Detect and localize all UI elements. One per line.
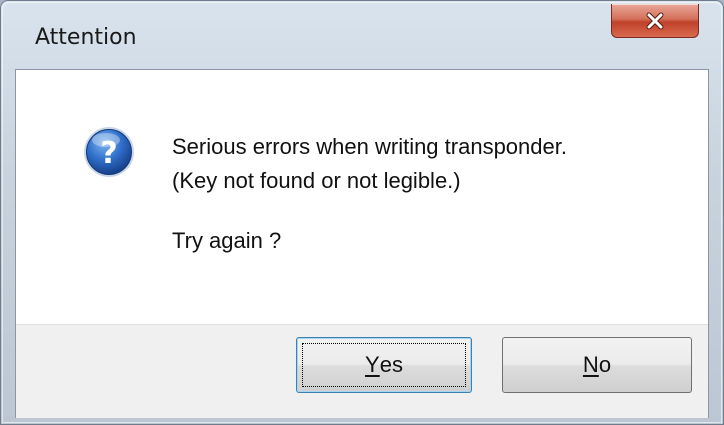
dialog-client-area: ? Serious errors when writing transponde… [15, 69, 709, 418]
message-gap [172, 198, 692, 224]
no-label-rest: o [598, 352, 612, 377]
yes-button[interactable]: Yes [296, 337, 472, 393]
question-icon: ? [82, 125, 136, 179]
svg-text:?: ? [100, 136, 117, 171]
message-area: ? Serious errors when writing transponde… [16, 70, 708, 324]
close-button[interactable] [611, 4, 699, 38]
message-line-2: (Key not found or not legible.) [172, 168, 461, 193]
yes-mnemonic: Y [365, 352, 380, 377]
no-button[interactable]: No [502, 337, 692, 393]
close-icon [612, 4, 698, 37]
dialog-window: Attention ? Serious errors when writing … [0, 0, 724, 425]
no-mnemonic: N [582, 352, 599, 377]
title-bar[interactable]: Attention [1, 1, 723, 69]
window-title: Attention [35, 25, 137, 50]
message-text: Serious errors when writing transponder.… [172, 130, 692, 258]
prompt-text: Try again ? [172, 228, 282, 253]
yes-label-rest: es [379, 352, 403, 377]
button-bar: Yes No [16, 324, 708, 418]
message-line-1: Serious errors when writing transponder. [172, 134, 567, 159]
